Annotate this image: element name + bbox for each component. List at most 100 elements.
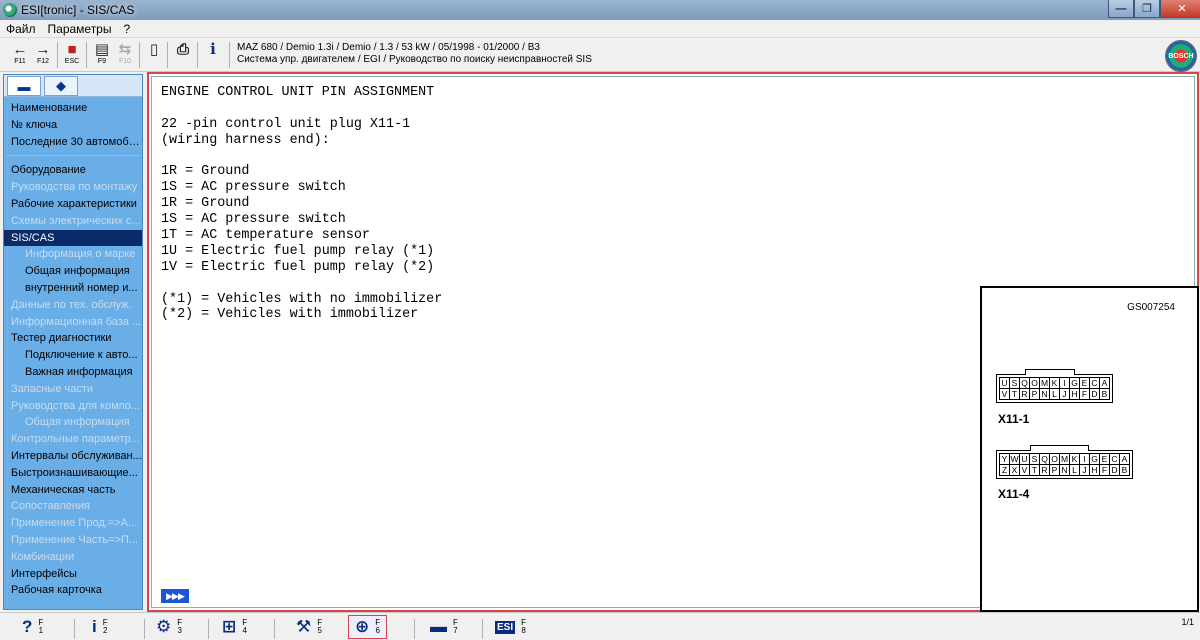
component-diagram-button[interactable]: ⊞ F 4 <box>222 615 247 639</box>
window-controls: — ❐ ✕ <box>1108 0 1200 18</box>
document-line: 1S = AC pressure switch <box>161 180 346 196</box>
sidebar-item[interactable]: внутренний номер и... <box>4 280 142 297</box>
document-line: 1U = Electric fuel pump relay (*1) <box>161 243 435 259</box>
menu-file[interactable]: Файл <box>0 22 42 36</box>
sidebar-item: Комбинации <box>11 550 75 563</box>
document-line: (*1) = Vehicles with no immobilizer <box>161 291 443 307</box>
print-button[interactable]: ⎙ <box>173 41 193 69</box>
compare-button[interactable]: ⇆ F10 <box>115 41 135 69</box>
component-diagram-icon: ⊞ <box>222 617 237 636</box>
engine-icon: ◆ <box>56 78 66 93</box>
function-key-label: F 1 <box>38 618 44 635</box>
help-button[interactable]: ? F 1 <box>22 615 43 639</box>
sidebar-item[interactable]: Оборудование <box>4 162 142 179</box>
function-key-label: F 2 <box>102 618 108 635</box>
title-bar: ESI[tronic] - SIS/CAS <box>0 0 1200 20</box>
info-button[interactable]: i <box>203 41 223 69</box>
car-icon: ▬ <box>17 78 31 94</box>
zoom-button[interactable]: ⊕ F 6 <box>348 615 388 639</box>
document-list-icon: ▤ <box>94 41 110 58</box>
sidebar-item[interactable]: Важная информация <box>4 364 142 381</box>
connector-pin: B <box>1119 464 1130 476</box>
sidebar-item[interactable]: Тестер диагностики <box>4 330 142 347</box>
vehicle-icon: ▬ <box>430 617 447 636</box>
menu-bar: Файл Параметры ? <box>0 20 1200 38</box>
help-icon: ? <box>22 617 33 636</box>
vehicle-line-2: Система упр. двигателем / EGI / Руководс… <box>237 54 592 65</box>
sidebar-item: Общая информация <box>25 416 130 429</box>
sidebar-item[interactable]: Механическая часть <box>4 482 142 499</box>
maximize-button[interactable]: ❐ <box>1134 0 1160 18</box>
sidebar-item[interactable]: № ключа <box>4 117 142 134</box>
sidebar-item[interactable]: Рабочие характеристики <box>4 196 142 213</box>
function-key-label: F 4 <box>242 618 248 635</box>
vehicle-button[interactable]: ▬ F 7 <box>430 615 458 639</box>
sidebar-item[interactable]: SIS/CAS <box>4 229 142 247</box>
printer-icon: ⎙ <box>176 41 189 58</box>
connector-x11-4: YWUSQOMKIGECAZXVTRPNLJHFDB <box>996 445 1133 479</box>
sidebar-item[interactable]: Общая информация <box>4 263 142 280</box>
back-arrow-icon: ← <box>12 41 28 58</box>
sidebar-item: Схемы электрических с... <box>11 214 141 227</box>
menu-parameters[interactable]: Параметры <box>42 22 118 36</box>
sidebar-item[interactable]: Подключение к авто... <box>4 347 142 364</box>
connector-label: X11-4 <box>998 487 1030 501</box>
document-line: 1R = Ground <box>161 164 250 180</box>
document-line: 1V = Electric fuel pump relay (*2) <box>161 259 435 275</box>
tab-vehicle[interactable]: ▬ <box>7 76 41 96</box>
document-line: 1T = AC temperature sensor <box>161 228 370 244</box>
connector-label: X11-1 <box>998 412 1030 426</box>
wiring-diagram-icon: ⚙ <box>156 617 172 636</box>
function-key-bar: 1/1 ? F 1 i F 2 ⚙ F 3 ⊞ F 4 ⚒ F 5 ⊕ F 6 ▬ F 7 ESI F 8 <box>0 612 1200 640</box>
document-line: 22 -pin control unit plug X11-1 <box>161 116 411 132</box>
sidebar-list: Наименование № ключа Последние 30 автомоби… <box>4 97 142 599</box>
sidebar-item[interactable]: Наименование <box>4 100 142 117</box>
forward-button[interactable]: → F12 <box>33 41 53 69</box>
bosch-logo: BOSCH <box>1165 40 1197 72</box>
tools-button[interactable]: ⚒ F 5 <box>296 615 322 639</box>
menu-help[interactable]: ? <box>117 22 136 36</box>
next-page-button[interactable]: ▶▶▶ <box>161 589 189 603</box>
escape-button[interactable]: ■ ESC <box>62 41 82 69</box>
forward-arrow-icon: → <box>35 41 51 58</box>
sidebar-item[interactable]: Последние 30 автомоби... <box>4 134 142 151</box>
wiring-diagram-button[interactable]: ⚙ F 3 <box>156 615 182 639</box>
document-line: 1R = Ground <box>161 196 250 212</box>
tools-icon: ⚒ <box>296 617 312 636</box>
app-window: ESI[tronic] - SIS/CAS — ❐ ✕ Файл Парамет… <box>0 0 1200 640</box>
sidebar-item: Данные по тех. обслуж. <box>11 298 132 311</box>
page-button[interactable]: ▯ <box>144 41 164 69</box>
document-heading: ENGINE CONTROL UNIT PIN ASSIGNMENT <box>161 85 435 100</box>
function-key-label: F 7 <box>453 618 458 635</box>
page-counter: 1/1 <box>1181 617 1194 627</box>
sidebar-item: Руководства для компо... <box>11 399 141 412</box>
sidebar-item: Применение Часть=>П... <box>11 533 139 546</box>
sidebar-item: Информационная база ... <box>11 315 142 328</box>
sidebar-item[interactable]: Быстроизнашивающие... <box>4 465 142 482</box>
function-key-label: F 6 <box>375 618 381 635</box>
document-line: 1S = AC pressure switch <box>161 212 346 228</box>
document-list-button[interactable]: ▤ F9 <box>92 41 112 69</box>
compare-icon: ⇆ <box>118 41 132 58</box>
sidebar-item[interactable]: Интерфейсы <box>4 566 142 583</box>
vehicle-info: MAZ 680 / Demio 1.3i / Demio / 1.3 / 53 … <box>237 42 592 66</box>
back-button[interactable]: ← F11 <box>10 41 30 69</box>
sidebar-item: Руководства по монтажу <box>11 181 138 194</box>
tab-engine[interactable]: ◆ <box>44 76 78 96</box>
sidebar-item: Сопоставления <box>11 500 90 513</box>
esi-kts-button[interactable]: ESI F 8 <box>495 615 526 639</box>
diagram-id: GS007254 <box>1127 302 1175 313</box>
page-icon: ▯ <box>149 41 159 58</box>
sidebar-item[interactable]: Рабочая карточка <box>4 582 142 599</box>
sidebar-item[interactable]: Интервалы обслуживан... <box>4 448 142 465</box>
sidebar-item: Контрольные параметр... <box>11 433 140 446</box>
minimize-button[interactable]: — <box>1108 0 1134 18</box>
esi-kts-icon: ESI <box>495 620 516 634</box>
function-key-label: F 8 <box>521 618 527 635</box>
info-button[interactable]: i F 2 <box>92 615 108 639</box>
close-button[interactable]: ✕ <box>1160 0 1200 18</box>
esc-stop-icon: ■ <box>67 41 77 58</box>
